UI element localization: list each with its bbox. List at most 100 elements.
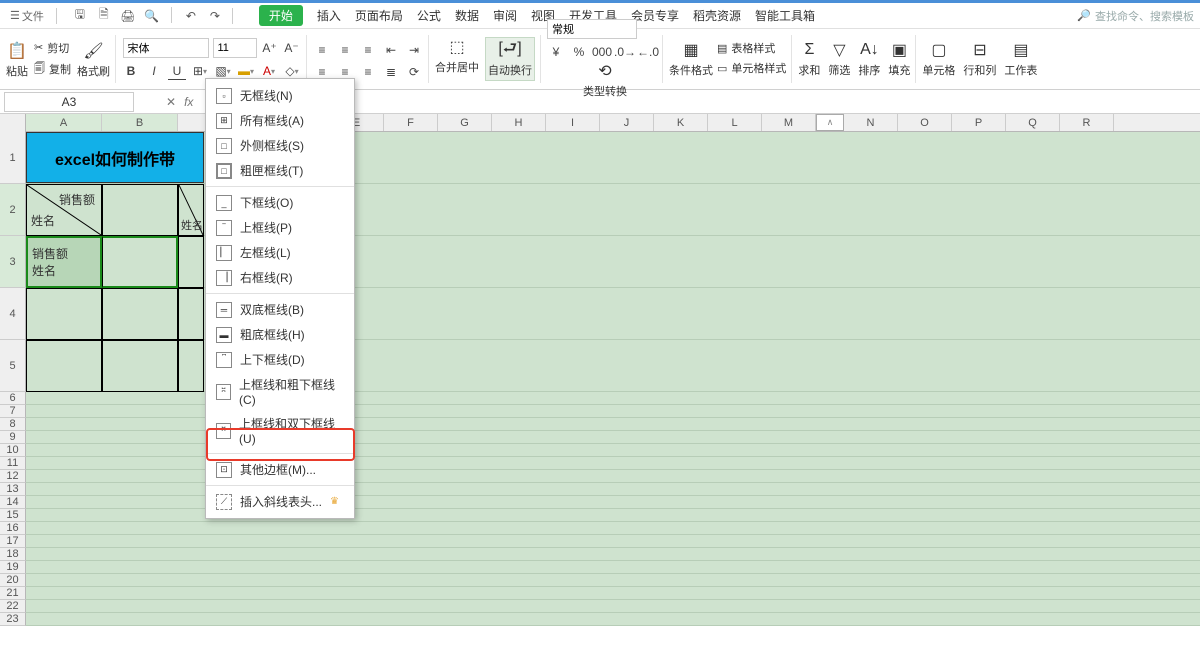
decrease-font-icon[interactable]: A⁻: [283, 39, 301, 57]
col-header-G[interactable]: G: [438, 114, 492, 131]
tab-data[interactable]: 数据: [455, 5, 479, 26]
row-header-12[interactable]: 12: [0, 470, 26, 483]
tab-formula[interactable]: 公式: [417, 5, 441, 26]
tab-insert[interactable]: 插入: [317, 5, 341, 26]
col-header-A[interactable]: A: [26, 114, 102, 131]
col-header-B[interactable]: B: [102, 114, 178, 131]
merge-button[interactable]: ⬚合并居中: [435, 37, 479, 81]
wrap-button[interactable]: [⮐]自动换行: [485, 37, 535, 81]
cell-C4[interactable]: [178, 288, 204, 340]
format-painter-button[interactable]: 🖌 格式刷: [77, 41, 110, 79]
sort-button[interactable]: A↓排序: [858, 40, 880, 78]
row-header-15[interactable]: 15: [0, 509, 26, 522]
col-header-H[interactable]: H: [492, 114, 546, 131]
cell-C5[interactable]: [178, 340, 204, 392]
row-cells[interactable]: [26, 405, 1200, 418]
tab-resource[interactable]: 稻壳资源: [693, 5, 741, 26]
print-icon[interactable]: 🖨: [119, 7, 137, 25]
row-cells[interactable]: [26, 548, 1200, 561]
row-cells[interactable]: [26, 457, 1200, 470]
dd-no-border[interactable]: ▫无框线(N): [206, 83, 354, 108]
dd-right-border[interactable]: ▕右框线(R): [206, 265, 354, 290]
search-box[interactable]: 🔎 查找命令、搜索模板: [1077, 8, 1194, 24]
fill-button[interactable]: ▣填充: [888, 40, 910, 78]
sheet-button[interactable]: ▤工作表: [1004, 40, 1037, 78]
dd-bottom-border[interactable]: _下框线(O): [206, 190, 354, 215]
number-format-select[interactable]: [547, 19, 637, 39]
row-header-19[interactable]: 19: [0, 561, 26, 574]
row-header-4[interactable]: 4: [0, 288, 26, 340]
bold-icon[interactable]: B: [122, 62, 140, 80]
col-header-N[interactable]: N: [844, 114, 898, 131]
table-style-button[interactable]: ▤表格样式: [717, 40, 786, 56]
row-cells[interactable]: [26, 418, 1200, 431]
row-header-1[interactable]: 1: [0, 132, 26, 184]
align-middle-icon[interactable]: ≡: [336, 41, 354, 59]
row-header-20[interactable]: 20: [0, 574, 26, 587]
cell-A5[interactable]: [26, 340, 102, 392]
dd-other-border[interactable]: ⊡其他边框(M)...: [206, 457, 354, 482]
row-cells[interactable]: [26, 444, 1200, 457]
row-cells[interactable]: [26, 587, 1200, 600]
italic-icon[interactable]: I: [145, 62, 163, 80]
preview-icon[interactable]: 🔍: [143, 7, 161, 25]
row-cells[interactable]: [26, 496, 1200, 509]
col-header-Q[interactable]: Q: [1006, 114, 1060, 131]
row-header-5[interactable]: 5: [0, 340, 26, 392]
cell-A4[interactable]: [26, 288, 102, 340]
font-name-select[interactable]: [123, 38, 209, 58]
filter-button[interactable]: ▽筛选: [828, 40, 850, 78]
row-cells[interactable]: [26, 431, 1200, 444]
tab-layout[interactable]: 页面布局: [355, 5, 403, 26]
font-size-select[interactable]: [213, 38, 257, 58]
row-cells[interactable]: [26, 561, 1200, 574]
align-right-icon[interactable]: ≡: [359, 63, 377, 81]
increase-font-icon[interactable]: A⁺: [261, 39, 279, 57]
menu-icon[interactable]: ☰ 文件: [6, 6, 48, 26]
indent-left-icon[interactable]: ⇤: [382, 41, 400, 59]
cell-B2[interactable]: [102, 184, 178, 236]
row-cells[interactable]: [26, 483, 1200, 496]
dec-decimal-icon[interactable]: ←.0: [639, 43, 657, 61]
dd-all-border[interactable]: ⊞所有框线(A): [206, 108, 354, 133]
title-cell[interactable]: excel如何制作带: [26, 132, 204, 183]
row-header-7[interactable]: 7: [0, 405, 26, 418]
diagonal-cell-A2[interactable]: 销售额 姓名: [26, 184, 102, 236]
col-header-R[interactable]: R: [1060, 114, 1114, 131]
tab-tools[interactable]: 智能工具箱: [755, 5, 815, 26]
comma-icon[interactable]: 000: [593, 43, 611, 61]
col-header-I[interactable]: I: [546, 114, 600, 131]
copy-button[interactable]: 🗐复制: [34, 60, 71, 79]
row-cells[interactable]: [26, 535, 1200, 548]
row-cells[interactable]: [26, 574, 1200, 587]
row-cells[interactable]: [26, 509, 1200, 522]
col-header-J[interactable]: J: [600, 114, 654, 131]
tab-start[interactable]: 开始: [259, 5, 303, 26]
dd-thick-border[interactable]: □粗匣框线(T): [206, 158, 354, 183]
row-header-23[interactable]: 23: [0, 613, 26, 626]
tab-review[interactable]: 审阅: [493, 5, 517, 26]
row-header-13[interactable]: 13: [0, 483, 26, 496]
cell-C3[interactable]: [178, 236, 204, 288]
dd-top-thick-bottom[interactable]: ⎶上框线和粗下框线(C): [206, 372, 354, 411]
cut-button[interactable]: ✂剪切: [34, 40, 71, 56]
selected-cell-A3[interactable]: 销售额 姓名: [26, 236, 102, 288]
fx-icon[interactable]: fx: [184, 95, 193, 109]
align-bottom-icon[interactable]: ≡: [359, 41, 377, 59]
orientation-icon[interactable]: ⟳: [405, 63, 423, 81]
row-header-2[interactable]: 2: [0, 184, 26, 236]
undo-icon[interactable]: ↶: [182, 7, 200, 25]
sum-button[interactable]: Σ求和: [798, 40, 820, 78]
col-header-L[interactable]: L: [708, 114, 762, 131]
cell-style-button[interactable]: ▭单元格样式: [717, 60, 786, 76]
save-as-icon[interactable]: 🗎: [95, 7, 113, 25]
save-icon[interactable]: 🖫: [71, 7, 89, 25]
align-top-icon[interactable]: ≡: [313, 41, 331, 59]
row-header-3[interactable]: 3: [0, 236, 26, 288]
redo-icon[interactable]: ↷: [206, 7, 224, 25]
percent-icon[interactable]: %: [570, 43, 588, 61]
indent-right-icon[interactable]: ⇥: [405, 41, 423, 59]
dd-top-dbl-bottom[interactable]: ⎶上框线和双下框线(U): [206, 411, 354, 450]
row-cells[interactable]: [26, 600, 1200, 613]
diagonal-cell-C2[interactable]: 姓名: [178, 184, 204, 236]
